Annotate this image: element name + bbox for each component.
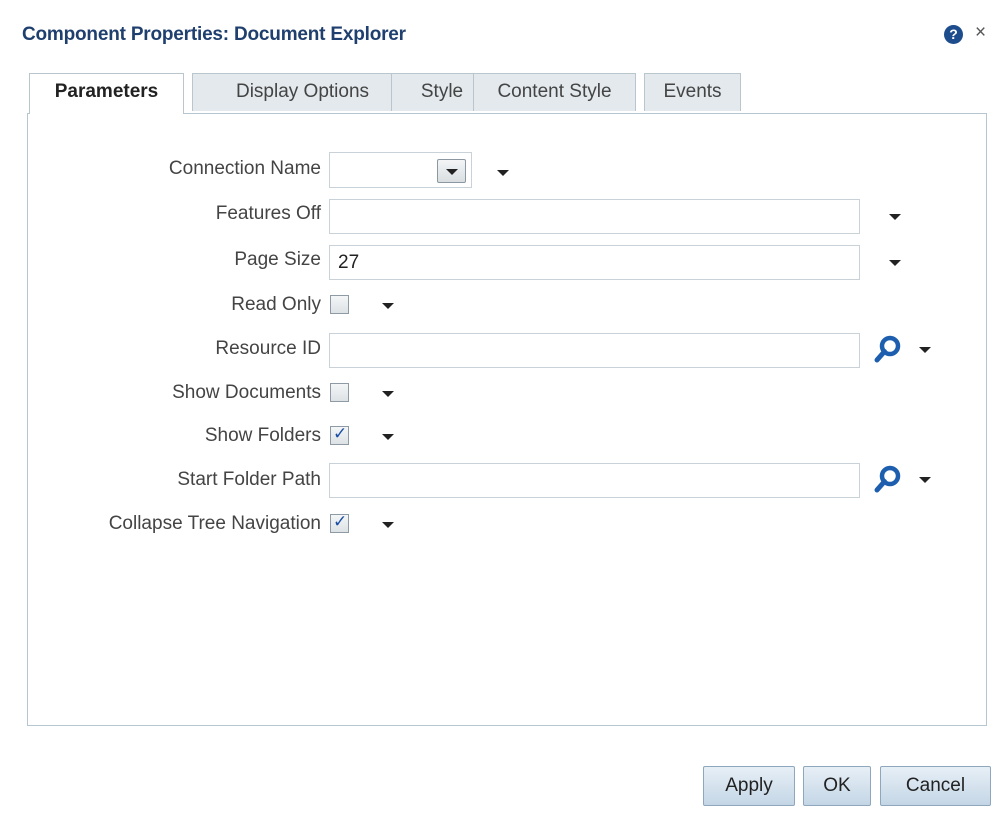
search-icon[interactable]	[873, 334, 903, 364]
page-size-label: Page Size	[234, 249, 321, 270]
tab-events[interactable]: Events	[644, 73, 741, 111]
checkmark-icon: ✓	[333, 424, 348, 443]
search-icon[interactable]	[873, 464, 903, 494]
apply-button[interactable]: Apply	[703, 766, 795, 806]
start-folder-path-input[interactable]	[329, 463, 860, 498]
show-documents-label: Show Documents	[172, 382, 321, 403]
caret-down-icon[interactable]	[382, 434, 394, 440]
checkmark-icon: ✓	[333, 512, 348, 531]
caret-down-icon[interactable]	[889, 214, 901, 220]
caret-down-icon[interactable]	[919, 347, 931, 353]
tab-parameters[interactable]: Parameters	[29, 73, 184, 114]
component-properties-dialog: Component Properties: Document Explorer …	[0, 0, 997, 814]
caret-down-icon[interactable]	[889, 260, 901, 266]
resource-id-label: Resource ID	[215, 338, 321, 359]
collapse-tree-navigation-label: Collapse Tree Navigation	[108, 513, 321, 534]
help-icon[interactable]: ?	[944, 25, 963, 44]
features-off-label: Features Off	[215, 203, 321, 224]
cancel-button[interactable]: Cancel	[880, 766, 991, 806]
connection-name-label: Connection Name	[168, 158, 321, 179]
show-folders-checkbox[interactable]: ✓	[330, 424, 349, 445]
tab-content-style[interactable]: Content Style	[473, 73, 636, 111]
read-only-label: Read Only	[231, 294, 321, 315]
caret-down-icon[interactable]	[919, 477, 931, 483]
show-folders-label: Show Folders	[204, 425, 321, 446]
ok-button[interactable]: OK	[803, 766, 871, 806]
caret-down-icon[interactable]	[497, 170, 509, 176]
start-folder-path-label: Start Folder Path	[177, 469, 321, 490]
caret-down-icon[interactable]	[382, 391, 394, 397]
caret-down-icon[interactable]	[382, 303, 394, 309]
tab-display-options[interactable]: Display Options	[192, 73, 413, 111]
page-size-input[interactable]: 27	[329, 245, 860, 280]
dialog-title: Component Properties: Document Explorer	[22, 24, 406, 45]
caret-down-icon[interactable]	[382, 522, 394, 528]
features-off-input[interactable]	[329, 199, 860, 234]
close-icon[interactable]: ×	[975, 22, 986, 44]
collapse-tree-navigation-checkbox[interactable]: ✓	[330, 512, 349, 533]
show-documents-checkbox[interactable]: ✓	[330, 383, 349, 402]
read-only-checkbox[interactable]: ✓	[330, 295, 349, 314]
chevron-down-icon[interactable]	[437, 159, 466, 183]
resource-id-input[interactable]	[329, 333, 860, 368]
